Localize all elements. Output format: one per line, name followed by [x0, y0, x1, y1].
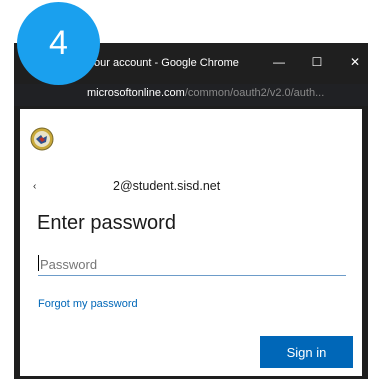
address-bar[interactable]: microsoftonline.com/common/oauth2/v2.0/a… — [14, 84, 368, 106]
minimize-button[interactable]: — — [270, 54, 288, 70]
forgot-password-link[interactable]: Forgot my password — [38, 298, 138, 310]
maximize-button[interactable]: ☐ — [308, 54, 326, 70]
password-input[interactable] — [38, 253, 346, 276]
district-seal-logo — [30, 127, 54, 151]
url-host: microsoftonline.com — [87, 87, 185, 99]
close-button[interactable]: ✕ — [346, 54, 364, 70]
signin-page: ‹ 2@student.sisd.net Enter password Forg… — [20, 109, 362, 376]
url-path: /common/oauth2/v2.0/auth... — [184, 87, 325, 99]
account-identity: 2@student.sisd.net — [113, 179, 221, 193]
back-arrow-icon[interactable]: ‹ — [33, 181, 36, 192]
page-title: Enter password — [37, 212, 176, 234]
window-title: our account - Google Chrome — [94, 57, 239, 69]
browser-window: our account - Google Chrome — ☐ ✕ micros… — [14, 43, 368, 379]
sign-in-button[interactable]: Sign in — [260, 336, 353, 368]
text-caret — [38, 255, 39, 271]
url-text: microsoftonline.com/common/oauth2/v2.0/a… — [87, 87, 324, 99]
step-number-badge: 4 — [17, 2, 100, 85]
